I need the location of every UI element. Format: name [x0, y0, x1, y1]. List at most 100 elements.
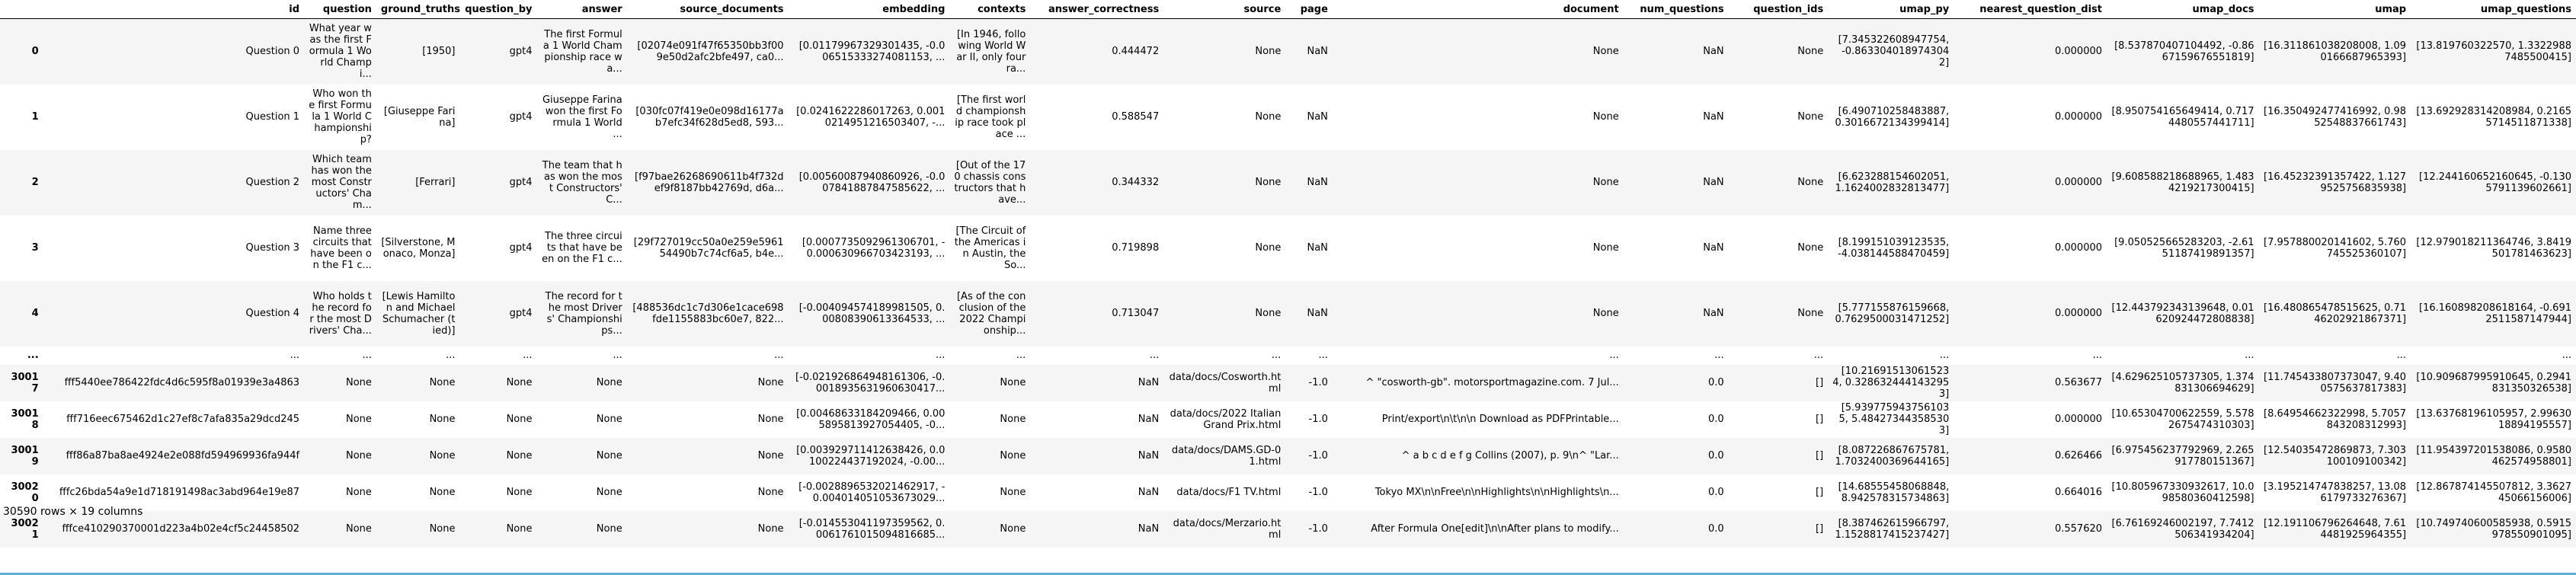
row-index-cell: ...: [0, 347, 43, 365]
table-cell-wrapper: ...: [1729, 347, 1829, 365]
table-cell-wrapper: [0.00560087940860926, -0.007841887847585…: [789, 150, 950, 216]
table-cell-wrapper: 0.000000: [1954, 85, 2107, 150]
table-cell-wrapper: fff716eec675462d1c27ef8c7afa835a29dcd245: [43, 401, 304, 438]
table-cell-wrapper: [-0.02192686494816130​6, -0.001893563196…: [789, 365, 950, 401]
table-cell-wrapper: Print/export\n\t\n\n Download as PDFPrin…: [1333, 401, 1624, 438]
table-cell: None: [345, 487, 372, 498]
table-cell: None: [1592, 177, 1619, 188]
table-cell: ...: [936, 350, 946, 361]
table-cell: [9.050525665283203, -2.615118741989​1357…: [2114, 236, 2254, 260]
table-cell: [8.087226867675781, 1.703240036964416​5]: [1835, 444, 1950, 468]
table-cell-wrapper: 0.664016: [1954, 474, 2107, 511]
table-cell: None: [429, 414, 456, 425]
table-cell-wrapper: [8.387462615966797, 1.152881741523​7427]: [1828, 511, 1954, 548]
table-cell: Who holds the record for the most Driver…: [309, 290, 372, 337]
table-cell: [8.387462615966797, 1.152881741523​7427]: [1835, 517, 1950, 541]
ellipsis-row: ........................................…: [0, 346, 2576, 365]
table-cell-wrapper: [0.004686331842094​66, 0.005895813927054…: [789, 401, 950, 438]
table-cell-wrapper: [-0.002889653202146291​7, -0.00401405105…: [789, 474, 950, 511]
table-cell-wrapper: After Formula One[edit]\n\nAfter plans t…: [1333, 511, 1624, 548]
column-header: umap_py: [1828, 0, 1954, 19]
table-cell-wrapper: NaN: [1624, 150, 1729, 216]
table-cell: [02074e091f47f65350bb3f009e50d2afc2bfe49…: [637, 40, 784, 63]
table-cell: 0.719898: [1112, 242, 1160, 254]
table-cell: ...: [290, 350, 300, 361]
table-cell: []: [1816, 487, 1824, 498]
table-body: 0 Question 0 What year was the first Formu…: [0, 18, 2576, 548]
row-index-cell: 4: [0, 281, 43, 347]
table-cell-wrapper: None: [1163, 85, 1285, 150]
table-cell-wrapper: None: [376, 511, 460, 548]
table-cell: [As of the conclusion of the 2022 Champi…: [956, 290, 1026, 337]
table-cell-wrapper: [6.761692460021​97, 7.741250634193420​4]: [2107, 511, 2259, 548]
table-cell: 0.0: [1707, 414, 1724, 425]
table-cell: fff5440ee786422fdc4d6c595f8a01939e3a4863: [64, 377, 300, 388]
table-row: 30019 fff86a87ba8ae4924e2e088fd59496993​6…: [0, 437, 2576, 474]
table-cell: [16.45232391357422, 1.1279525756835938]: [2264, 171, 2407, 194]
table-cell: None: [757, 523, 784, 535]
table-cell: [6.975456237792969, 2.265917780151367]: [2111, 444, 2254, 468]
table-cell-wrapper: None: [460, 365, 537, 401]
table-cell: NaN: [1307, 46, 1328, 58]
column-header: [0, 0, 43, 19]
table-cell: []: [1816, 377, 1824, 388]
table-cell: [16.350492477416992, 0.9852548837661743]: [2264, 105, 2407, 129]
table-cell: [12.979018211364746, 3.841950178146​3623…: [2416, 236, 2571, 260]
table-cell-wrapper: [Lewis Hamilton and Michael Schumacher (…: [376, 281, 460, 347]
table-cell-wrapper: [12.540354728698​73, 7.303100109100342]: [2259, 438, 2411, 474]
table-cell: None: [506, 414, 533, 425]
table-cell-wrapper: [0.003929711412638426, 0.010022443719202…: [789, 438, 950, 474]
table-cell-wrapper: None: [627, 365, 789, 401]
table-cell: [10.909687995910645, 0.2941831350326538]: [2416, 371, 2571, 395]
table-cell: None: [345, 450, 372, 462]
table-cell-wrapper: None: [1333, 19, 1624, 85]
table-cell: Question 2: [245, 177, 300, 188]
table-cell-wrapper: 0.0: [1624, 365, 1729, 401]
table-cell: 0.563677: [2054, 377, 2103, 388]
table-cell-wrapper: [13.63768196105957, 2.996301889419555​7]: [2411, 401, 2576, 438]
table-cell-wrapper: NaN: [1624, 216, 1729, 281]
table-cell: [Giuseppe Farina]: [383, 105, 456, 129]
table-cell: ...: [1271, 350, 1282, 361]
table-cell-wrapper: None: [627, 401, 789, 438]
table-cell: None: [506, 487, 533, 498]
table-cell-wrapper: None: [536, 365, 626, 401]
table-cell: None: [345, 414, 372, 425]
table-cell: [12.867874145507812, 3.362745066156006]: [2416, 481, 2571, 504]
table-cell: [-0.02192686494816130​6, -0.001893563196…: [795, 371, 946, 395]
table-cell: None: [1797, 46, 1824, 58]
table-cell-wrapper: None: [1333, 216, 1624, 281]
table-cell: gpt4: [509, 46, 533, 58]
table-cell: [7.957880020141602, 5.760745525360107]: [2264, 236, 2407, 260]
table-cell: [7.345322608947754, -0.8633040189743042]: [1838, 34, 1950, 69]
table-cell-wrapper: [8.087226867675781, 1.703240036964416​5]: [1828, 438, 1954, 474]
table-cell: Question 3: [245, 242, 300, 254]
table-cell: NaN: [1138, 414, 1160, 425]
table-cell: None: [345, 523, 372, 535]
table-cell-wrapper: None: [460, 438, 537, 474]
table-cell-wrapper: [16.480865478515625, 0.714620292186737​1…: [2259, 281, 2411, 347]
table-cell: None: [1797, 242, 1824, 254]
table-cell-wrapper: None: [949, 511, 1030, 548]
table-cell-wrapper: What year was the first Formula 1 World …: [304, 19, 376, 85]
table-cell: ...: [1318, 350, 1328, 361]
table-cell: [10.805967330932617, 10.098580360412598]: [2111, 481, 2254, 504]
table-cell-wrapper: data/docs/F1 TV.html: [1163, 474, 1285, 511]
table-cell: NaN: [1138, 450, 1160, 462]
table-cell-wrapper: [5.777155876159668, 0.762950003147125​2]: [1828, 281, 1954, 347]
table-cell-wrapper: [13.819760322570, 1.33229887485500415]: [2411, 19, 2576, 85]
table-cell-wrapper: ...: [1624, 347, 1729, 365]
column-header: source: [1163, 0, 1286, 19]
table-cell-wrapper: 0.444472: [1030, 19, 1163, 85]
table-cell-wrapper: [0.000773509296130670​1, -0.000630966703…: [789, 216, 950, 281]
table-cell: [16.480865478515625, 0.714620292186737​1…: [2264, 302, 2407, 325]
table-cell-wrapper: 0.000000: [1954, 216, 2107, 281]
table-cell: [16.311861038208008, 1.090166687965393]: [2264, 40, 2407, 63]
table-cell-wrapper: ^ a b c d e f g Collins (2007), p. 9\n^ …: [1333, 438, 1624, 474]
table-cell-wrapper: [Silverstone, Monaco, Monza]: [376, 216, 460, 281]
table-cell-wrapper: data/docs/Merzario.html: [1163, 511, 1285, 548]
table-cell: [-0.01455304119735​9562, 0.0061761015094…: [798, 517, 946, 541]
table-cell: gpt4: [509, 177, 533, 188]
table-cell-wrapper: NaN: [1030, 401, 1163, 438]
table-cell: [3.195214747838257, 13.08617973327636​7]: [2264, 481, 2407, 504]
